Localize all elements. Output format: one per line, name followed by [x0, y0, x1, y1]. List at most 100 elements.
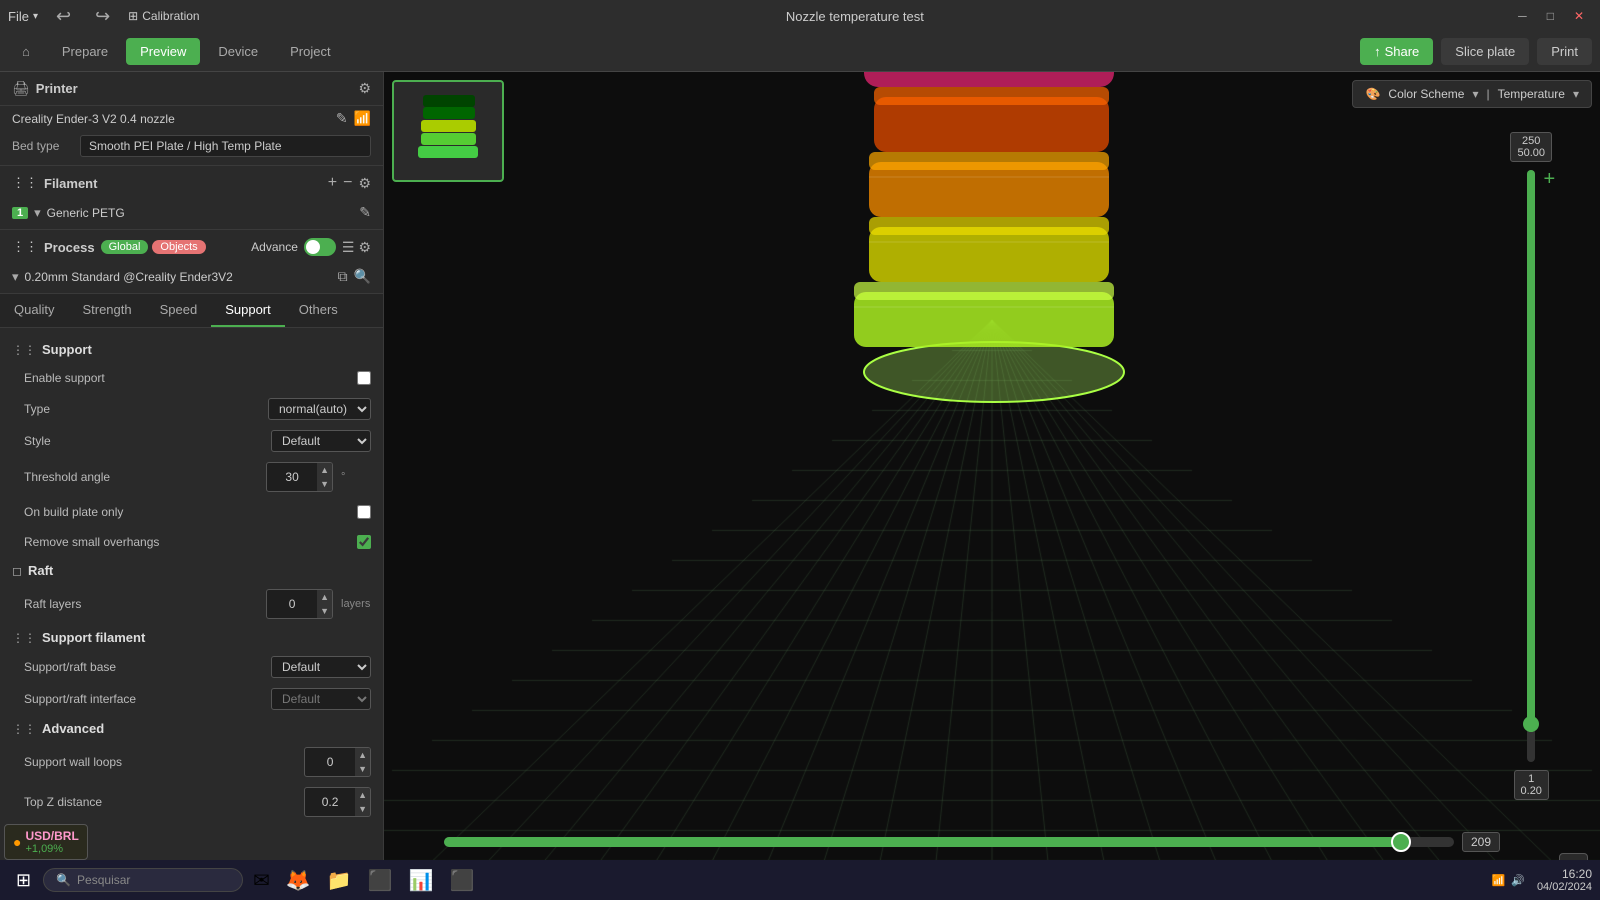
window-title: Nozzle temperature test: [212, 9, 1499, 24]
raft-layers-up-button[interactable]: ▲: [317, 590, 332, 604]
enable-support-checkbox[interactable]: [357, 371, 371, 385]
file-menu[interactable]: File ▾: [8, 9, 38, 24]
remove-overhangs-checkbox[interactable]: [357, 535, 371, 549]
tab-support[interactable]: Support: [211, 294, 285, 327]
top-z-input[interactable]: [305, 793, 355, 811]
support-group-header[interactable]: ⋮⋮ Support: [0, 336, 383, 363]
advanced-group-header[interactable]: ⋮⋮ Advanced: [0, 715, 383, 742]
print-button[interactable]: Print: [1537, 38, 1592, 65]
color-scheme-panel: 🎨 Color Scheme ▾ | Temperature ▾: [1352, 80, 1592, 108]
support-filament-icon: ⋮⋮: [12, 631, 36, 645]
device-button[interactable]: Device: [204, 38, 272, 65]
wall-loops-input[interactable]: [305, 753, 355, 771]
bed-type-label: Bed type: [12, 139, 72, 153]
top-z-spinbox[interactable]: ▲ ▼: [304, 787, 371, 817]
threshold-unit: °: [341, 471, 371, 483]
taskbar-terminal-icon[interactable]: ⬛: [443, 864, 480, 897]
wall-loops-spinbox[interactable]: ▲ ▼: [304, 747, 371, 777]
taskbar-mail-icon[interactable]: ✉: [247, 864, 276, 897]
thumbnail-panel[interactable]: [392, 80, 504, 182]
currency-pair: USD/BRL: [25, 829, 78, 843]
share-button[interactable]: ↑ Share: [1360, 38, 1433, 65]
project-button[interactable]: Project: [276, 38, 344, 65]
taskbar-files-icon[interactable]: 📁: [321, 864, 358, 897]
process-edit-button[interactable]: ⚙: [358, 239, 371, 256]
wall-loops-down-button[interactable]: ▼: [355, 762, 370, 776]
tab-speed[interactable]: Speed: [146, 294, 212, 327]
threshold-down-button[interactable]: ▼: [317, 477, 332, 491]
prepare-button[interactable]: Prepare: [48, 38, 122, 65]
horiz-fill: [444, 837, 1403, 847]
close-button[interactable]: ✕: [1566, 7, 1592, 25]
top-z-down-button[interactable]: ▼: [355, 802, 370, 816]
horiz-value: 209: [1462, 832, 1500, 852]
wall-loops-label: Support wall loops: [24, 755, 296, 769]
remove-overhangs-row: Remove small overhangs: [0, 527, 383, 557]
filament-row: 1 ▾ Generic PETG ✎: [0, 200, 383, 229]
global-tag[interactable]: Global: [101, 240, 149, 254]
clock: 16:20: [1562, 867, 1592, 881]
horiz-track[interactable]: [444, 837, 1454, 847]
color-scheme-icon: 🎨: [1365, 87, 1380, 101]
undo-button[interactable]: ↩: [50, 4, 77, 29]
raft-layers-input[interactable]: [267, 595, 317, 613]
printer-edit-button[interactable]: ✎: [336, 110, 348, 127]
support-raft-interface-select[interactable]: Default: [271, 688, 371, 710]
advance-toggle[interactable]: [304, 238, 336, 256]
minimize-button[interactable]: ─: [1510, 7, 1535, 25]
maximize-button[interactable]: □: [1539, 7, 1562, 25]
on-build-plate-checkbox[interactable]: [357, 505, 371, 519]
horiz-handle[interactable]: [1391, 832, 1411, 852]
taskbar-time: 16:20 04/02/2024: [1537, 867, 1592, 893]
color-scheme-label: Color Scheme: [1388, 87, 1464, 101]
wall-loops-up-button[interactable]: ▲: [355, 748, 370, 762]
slider-plus-button[interactable]: +: [1544, 168, 1556, 191]
support-raft-base-label: Support/raft base: [24, 660, 263, 674]
top-z-up-button[interactable]: ▲: [355, 788, 370, 802]
support-raft-base-select[interactable]: Default: [271, 656, 371, 678]
slider-track[interactable]: [1527, 170, 1535, 762]
raft-group-header[interactable]: ◻ Raft: [0, 557, 383, 584]
threshold-spinbox[interactable]: ▲ ▼: [266, 462, 333, 492]
process-icon: ⋮⋮: [12, 239, 38, 255]
home-button[interactable]: ⌂: [8, 38, 44, 65]
threshold-up-button[interactable]: ▲: [317, 463, 332, 477]
objects-tag[interactable]: Objects: [152, 240, 205, 254]
slice-plate-button[interactable]: Slice plate: [1441, 38, 1529, 65]
support-filament-group-header[interactable]: ⋮⋮ Support filament: [0, 624, 383, 651]
enable-support-row: Enable support: [0, 363, 383, 393]
tab-others[interactable]: Others: [285, 294, 352, 327]
date: 04/02/2024: [1537, 881, 1592, 893]
on-build-plate-row: On build plate only: [0, 497, 383, 527]
filament-settings-button[interactable]: ⚙: [358, 175, 371, 192]
filament-add-button[interactable]: +: [328, 174, 337, 192]
printer-settings-button[interactable]: ⚙: [358, 80, 371, 97]
remove-overhangs-label: Remove small overhangs: [24, 535, 349, 549]
raft-layers-down-button[interactable]: ▼: [317, 604, 332, 618]
redo-button[interactable]: ↪: [89, 4, 116, 29]
filament-dropdown-arrow: ▾: [34, 205, 41, 221]
slider-handle[interactable]: [1523, 716, 1539, 732]
printer-wifi-button[interactable]: 📶: [354, 110, 371, 127]
profile-search-button[interactable]: 🔍: [354, 268, 371, 285]
filament-remove-button[interactable]: −: [343, 174, 352, 192]
tab-quality[interactable]: Quality: [0, 294, 68, 327]
taskbar-search[interactable]: 🔍 Pesquisar: [43, 868, 243, 892]
vertical-layer-slider: 250 50.00 + 1 0.20: [1510, 132, 1552, 800]
taskbar-vscode-icon[interactable]: ⬛: [362, 864, 399, 897]
taskbar-browser-icon[interactable]: 🦊: [280, 864, 317, 897]
taskbar-excel-icon[interactable]: 📊: [403, 864, 440, 897]
type-select[interactable]: normal(auto): [268, 398, 371, 420]
raft-layers-spinbox[interactable]: ▲ ▼: [266, 589, 333, 619]
process-list-button[interactable]: ☰: [342, 239, 355, 256]
style-select[interactable]: Default: [271, 430, 371, 452]
start-button[interactable]: ⊞: [8, 866, 39, 895]
preview-button[interactable]: Preview: [126, 38, 200, 65]
taskbar: ⊞ 🔍 Pesquisar ✉ 🦊 📁 ⬛ 📊 ⬛ 📶 🔊 16:20 04/0…: [0, 860, 1600, 900]
profile-copy-button[interactable]: ⧉: [338, 268, 348, 285]
filament-edit-button[interactable]: ✎: [359, 204, 371, 221]
currency-change: +1,09%: [25, 843, 78, 855]
calibration-button[interactable]: ⊞ Calibration: [128, 9, 199, 23]
tab-strength[interactable]: Strength: [68, 294, 145, 327]
threshold-input[interactable]: [267, 468, 317, 486]
